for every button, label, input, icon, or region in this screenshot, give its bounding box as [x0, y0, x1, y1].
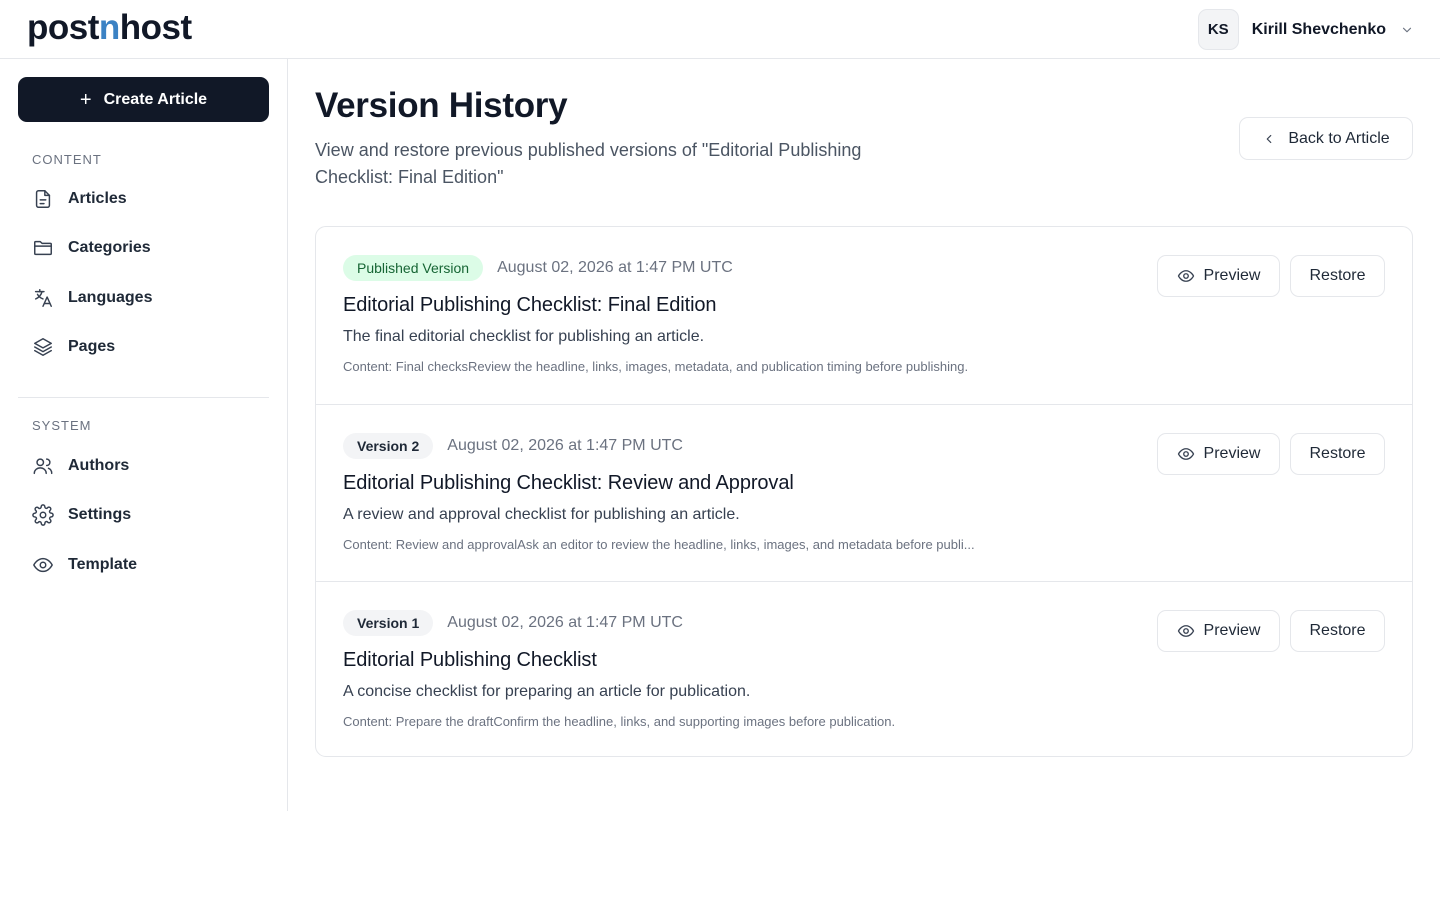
plus-icon: +: [79, 88, 92, 111]
section-label-system: SYSTEM: [32, 418, 92, 433]
sidebar-item-pages[interactable]: Pages: [18, 327, 269, 367]
document-icon: [35, 190, 51, 208]
version-list: Published Version August 02, 2026 at 1:4…: [315, 226, 1413, 757]
layers-icon: [34, 338, 52, 356]
eye-icon: [1177, 625, 1194, 637]
version-description: A review and approval checklist for publ…: [343, 506, 740, 523]
back-to-article-button[interactable]: Back to Article: [1239, 117, 1413, 160]
top-bar: postnhost KS Kirill Shevchenko: [0, 0, 1440, 59]
sidebar-item-settings[interactable]: Settings: [18, 495, 269, 535]
preview-button[interactable]: Preview: [1157, 610, 1280, 652]
version-date: August 02, 2026 at 1:47 PM UTC: [447, 437, 683, 454]
version-title: Editorial Publishing Checklist: Review a…: [343, 472, 794, 494]
version-item-1: Version 1 August 02, 2026 at 1:47 PM UTC…: [316, 581, 1412, 756]
preview-button[interactable]: Preview: [1157, 433, 1280, 475]
published-badge: Published Version: [343, 255, 484, 281]
sidebar: + Create Article CONTENT Articles Catego…: [0, 59, 288, 811]
user-menu[interactable]: KS Kirill Shevchenko: [1197, 9, 1414, 50]
version-description: The final editorial checklist for publis…: [343, 328, 705, 345]
restore-button[interactable]: Restore: [1290, 255, 1385, 297]
version-title: Editorial Publishing Checklist: [343, 649, 597, 671]
eye-icon: [33, 557, 53, 573]
sidebar-divider: [18, 397, 269, 398]
version-item-2: Version 2 August 02, 2026 at 1:47 PM UTC…: [316, 404, 1412, 581]
version-date: August 02, 2026 at 1:47 PM UTC: [497, 259, 733, 276]
version-date: August 02, 2026 at 1:47 PM UTC: [447, 614, 683, 631]
sidebar-item-articles[interactable]: Articles: [18, 179, 269, 219]
folder-icon: [34, 240, 52, 256]
version-content-excerpt: Content: Review and approvalAsk an edito…: [343, 537, 975, 552]
version-description: A concise checklist for preparing an art…: [343, 683, 751, 700]
create-article-button[interactable]: + Create Article: [18, 77, 269, 122]
version-item-published: Published Version August 02, 2026 at 1:4…: [316, 227, 1412, 404]
page-title: Version History: [315, 86, 568, 125]
restore-button[interactable]: Restore: [1290, 433, 1385, 475]
version-title: Editorial Publishing Checklist: Final Ed…: [343, 294, 717, 316]
gear-icon: [32, 504, 54, 526]
preview-button[interactable]: Preview: [1157, 255, 1280, 297]
users-icon: [33, 458, 53, 475]
translate-icon: [34, 289, 52, 307]
logo[interactable]: postnhost: [27, 8, 192, 48]
eye-icon: [1177, 270, 1194, 282]
sidebar-item-template[interactable]: Template: [18, 545, 269, 585]
restore-button[interactable]: Restore: [1290, 610, 1385, 652]
sidebar-item-categories[interactable]: Categories: [18, 228, 269, 268]
chevron-down-icon: [1402, 27, 1412, 32]
page-subtitle: View and restore previous published vers…: [315, 140, 862, 187]
version-content-excerpt: Content: Prepare the draftConfirm the he…: [343, 714, 896, 729]
section-label-content: CONTENT: [32, 152, 102, 167]
avatar: KS: [1197, 9, 1239, 50]
sidebar-item-authors[interactable]: Authors: [18, 446, 269, 486]
chevron-left-icon: [1266, 134, 1272, 143]
version-badge: Version 1: [343, 610, 434, 636]
user-name: Kirill Shevchenko: [1251, 20, 1386, 38]
version-badge: Version 2: [343, 433, 434, 459]
version-content-excerpt: Content: Final checksReview the headline…: [343, 359, 969, 374]
eye-icon: [1177, 448, 1194, 460]
sidebar-item-languages[interactable]: Languages: [18, 278, 269, 318]
